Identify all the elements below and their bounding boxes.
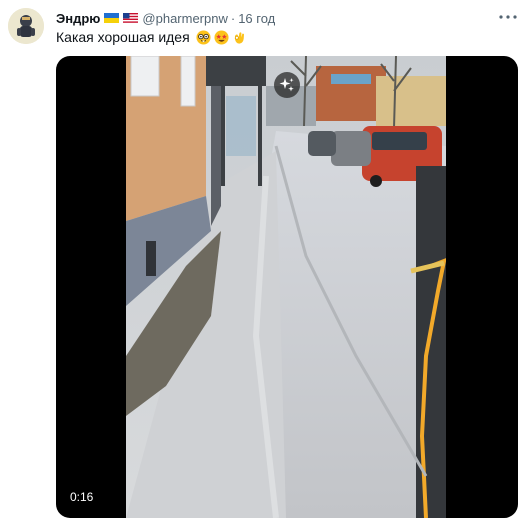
star-struck-emoji-icon — [214, 29, 229, 45]
author-handle[interactable]: @pharmerpnw — [142, 11, 227, 26]
sparkle-icon[interactable] — [274, 72, 300, 98]
video-player[interactable]: 0:16 — [56, 56, 518, 518]
tweet-text: Какая хорошая идея — [56, 28, 247, 46]
ukraine-flag-icon — [104, 13, 120, 23]
more-options-icon[interactable] — [498, 8, 518, 26]
nerd-face-emoji-icon — [196, 29, 211, 45]
video-duration: 0:16 — [66, 489, 98, 505]
video-thumbnail — [126, 56, 446, 518]
ok-hand-emoji-icon — [234, 31, 244, 44]
usa-flag-icon — [123, 13, 139, 23]
post-time[interactable]: 16 год — [238, 11, 275, 26]
tweet-text-content: Какая хорошая идея — [56, 29, 190, 45]
tweet-header: Эндрю @pharmerpnw · 16 год — [56, 9, 275, 27]
author-name[interactable]: Эндрю — [56, 11, 100, 26]
avatar[interactable] — [8, 8, 44, 44]
separator-dot: · — [230, 10, 236, 26]
tweet: Эндрю @pharmerpnw · 16 год Какая хорошая… — [0, 0, 527, 525]
